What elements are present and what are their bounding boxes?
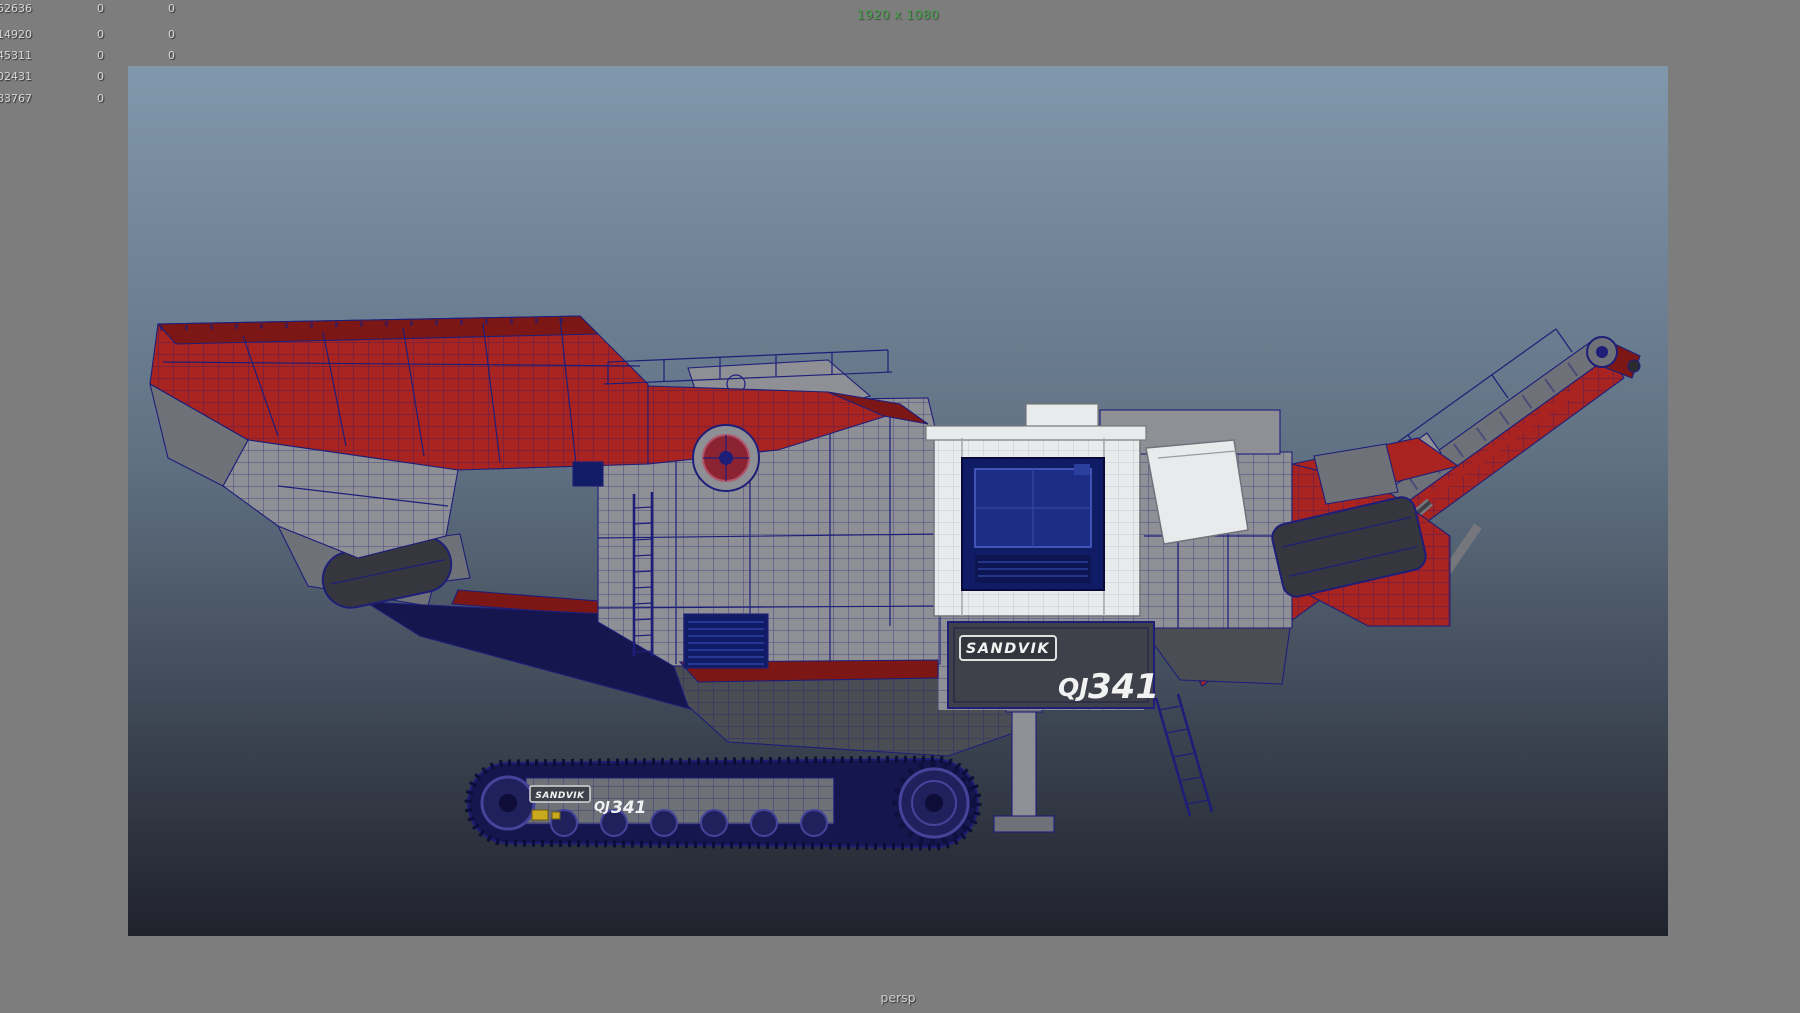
model-prefix: QJ [1058,673,1089,702]
polycount-value: 614920 [0,28,32,41]
support-leg [1012,706,1036,820]
warning-sticker [552,812,560,819]
track-model-digits: 341 [611,798,647,818]
polycount-selected: 0 [97,49,104,62]
polycount-value: 645311 [0,49,32,62]
resolution-gate-label: 1920 x 1080 [128,7,1668,22]
polycount-selected: 0 [97,2,104,15]
brand-label: SANDVIK [966,641,1050,657]
polycount-value: 662636 [0,2,32,15]
maya-viewport-window: 662636 0 0 614920 0 0 645311 0 0 602431 … [0,0,1800,1013]
feed-hopper[interactable] [150,316,648,558]
polycount-selected: 0 [97,70,104,83]
service-door [1146,440,1248,544]
polycount-selected2: 0 [168,49,175,62]
polycount-row: 645311 0 0 [0,49,250,65]
vent-panel-small [573,462,603,486]
polycount-row: 614920 0 0 [0,28,250,44]
polycount-selected: 0 [97,92,104,105]
camera-gate-view[interactable]: SANDVIK QJ 341 [128,66,1668,936]
track-brand-label: SANDVIK [535,791,585,801]
polycount-value: 602431 [0,70,32,83]
model-digits: 341 [1088,667,1159,707]
camera-name-label: persp [128,990,1668,1005]
polycount-value: 683767 [0,92,32,105]
polycount-selected: 0 [97,28,104,41]
crusher-model-render[interactable]: SANDVIK QJ 341 [128,66,1668,936]
rear-ladder[interactable] [1156,694,1212,816]
polycount-selected2: 0 [168,28,175,41]
brand-panel: SANDVIK QJ 341 [948,622,1159,708]
warning-sticker [532,810,548,820]
crawler-tracks[interactable]: SANDVIK QJ 341 [468,759,978,847]
track-model-prefix: QJ [594,800,610,815]
